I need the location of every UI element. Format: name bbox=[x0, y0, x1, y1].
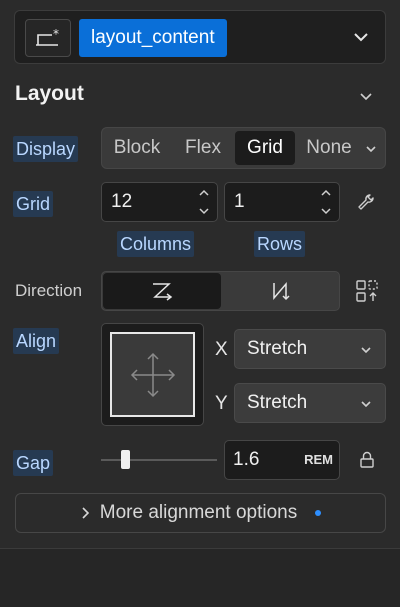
grid-columns-value[interactable]: 12 bbox=[111, 183, 132, 221]
display-option-flex[interactable]: Flex bbox=[172, 128, 234, 168]
selector-bar[interactable]: * layout_content bbox=[14, 10, 386, 64]
columns-label: Columns bbox=[117, 231, 195, 257]
align-y-value[interactable]: Stretch bbox=[247, 384, 307, 422]
grid-rows-input[interactable]: 1 bbox=[224, 182, 340, 222]
align-picker[interactable] bbox=[101, 323, 204, 426]
chevron-right-icon bbox=[82, 507, 89, 519]
selector-chip[interactable]: layout_content bbox=[79, 19, 227, 57]
section-collapse-icon[interactable] bbox=[356, 86, 376, 106]
direction-toggle bbox=[101, 271, 340, 311]
svg-text:*: * bbox=[53, 27, 59, 41]
stepper-up-icon[interactable] bbox=[315, 184, 337, 202]
more-alignment-options-button[interactable]: More alignment options bbox=[15, 493, 386, 533]
gap-slider-thumb[interactable] bbox=[121, 450, 130, 469]
element-style-icon[interactable]: * bbox=[25, 19, 71, 57]
align-preview[interactable] bbox=[110, 332, 195, 417]
wrench-icon[interactable] bbox=[356, 192, 376, 212]
section-title: Layout bbox=[15, 82, 84, 105]
gap-label[interactable]: Gap bbox=[13, 450, 54, 476]
chevron-down-icon[interactable] bbox=[349, 25, 373, 49]
display-option-grid[interactable]: Grid bbox=[235, 131, 295, 165]
grid-wrap-icon[interactable] bbox=[355, 279, 379, 303]
gap-input[interactable]: 1.6 REM bbox=[224, 440, 340, 480]
stepper-down-icon[interactable] bbox=[193, 202, 215, 220]
move-arrows-icon bbox=[130, 352, 175, 397]
chevron-down-icon[interactable] bbox=[359, 397, 373, 411]
row-icon bbox=[153, 283, 173, 301]
gap-slider-track[interactable] bbox=[101, 459, 217, 461]
direction-label: Direction bbox=[15, 281, 83, 300]
display-option-none[interactable]: None bbox=[298, 128, 360, 168]
align-x-label: X bbox=[215, 339, 228, 360]
align-label[interactable]: Align bbox=[13, 328, 60, 354]
gap-unit[interactable]: REM bbox=[304, 441, 333, 479]
status-dot bbox=[315, 510, 322, 516]
gap-value[interactable]: 1.6 bbox=[233, 441, 259, 479]
display-label[interactable]: Display bbox=[13, 136, 79, 162]
panel-footer bbox=[0, 549, 400, 607]
align-x-dropdown[interactable]: Stretch bbox=[234, 329, 386, 369]
direction-column-button[interactable] bbox=[222, 273, 339, 309]
align-y-label: Y bbox=[215, 393, 228, 414]
grid-columns-input[interactable]: 12 bbox=[101, 182, 218, 222]
grid-rows-value[interactable]: 1 bbox=[234, 183, 245, 221]
lock-icon[interactable] bbox=[358, 451, 376, 469]
chevron-down-icon[interactable] bbox=[359, 343, 373, 357]
more-alignment-options-label: More alignment options bbox=[99, 502, 298, 523]
display-segmented-control: Block Flex Grid None bbox=[101, 127, 386, 169]
grid-label[interactable]: Grid bbox=[13, 191, 54, 217]
stepper-up-icon[interactable] bbox=[193, 184, 215, 202]
display-option-block[interactable]: Block bbox=[104, 128, 170, 168]
align-x-value[interactable]: Stretch bbox=[247, 330, 307, 368]
stepper-down-icon[interactable] bbox=[315, 202, 337, 220]
column-icon bbox=[272, 281, 290, 301]
align-y-dropdown[interactable]: Stretch bbox=[234, 383, 386, 423]
chevron-down-icon[interactable] bbox=[364, 142, 378, 156]
rows-label: Rows bbox=[254, 231, 306, 257]
direction-row-button[interactable] bbox=[103, 273, 221, 309]
